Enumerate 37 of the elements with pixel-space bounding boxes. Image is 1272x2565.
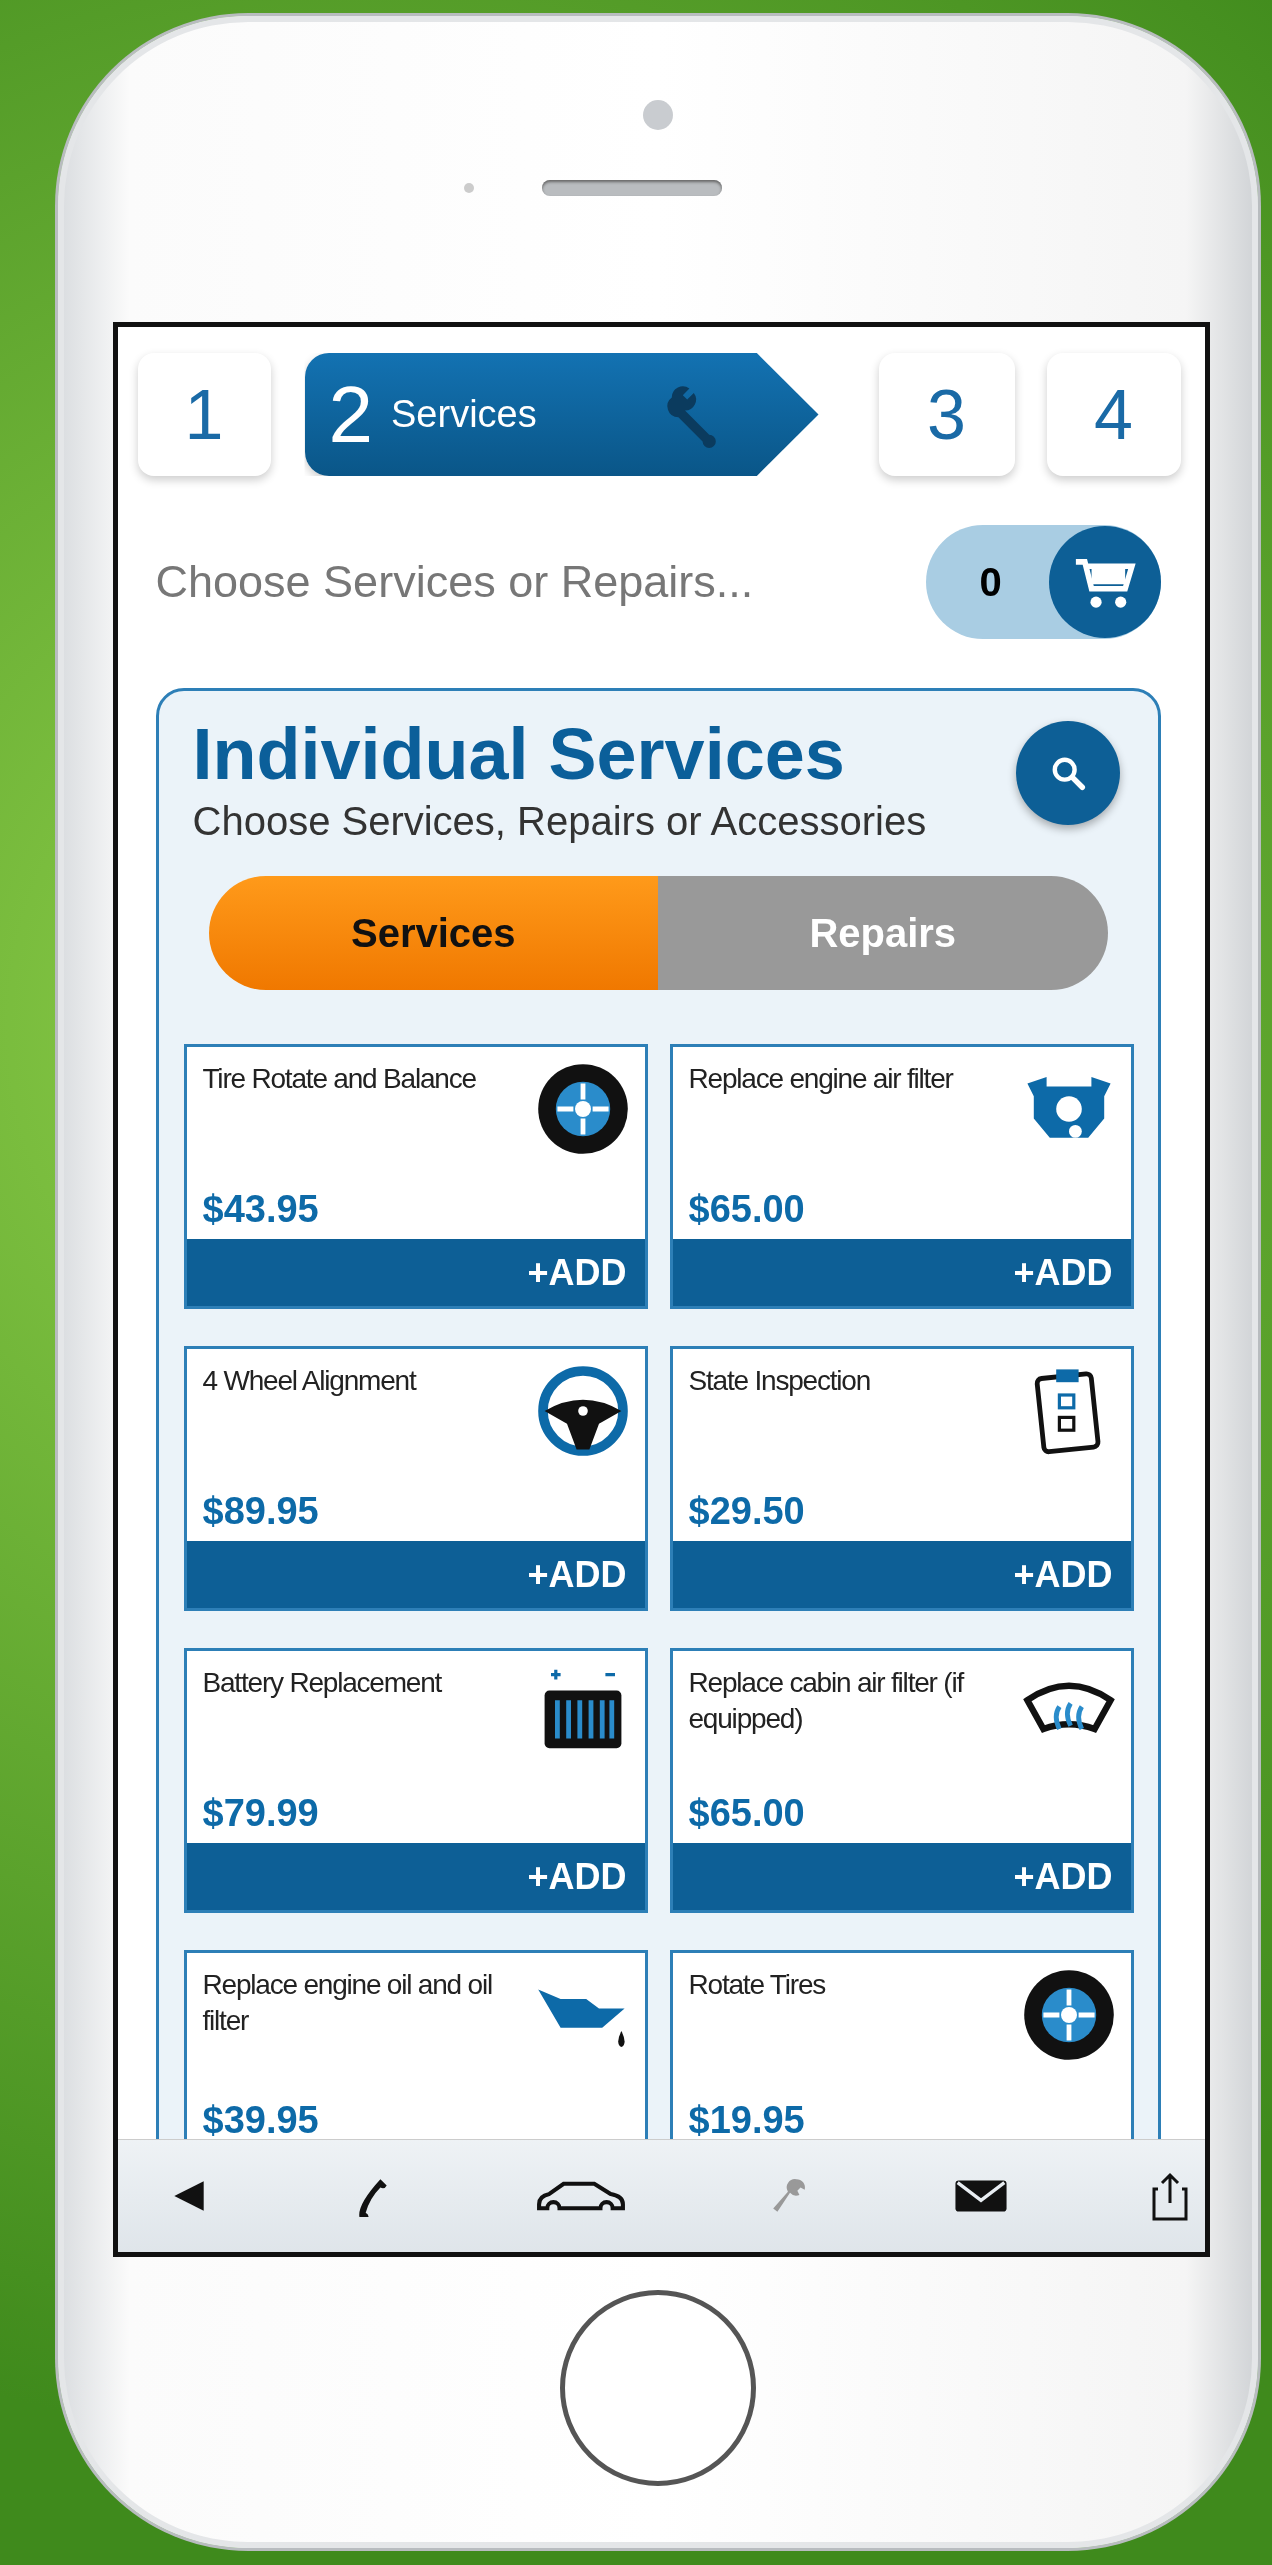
step-tab[interactable]: 2 Services <box>304 353 819 476</box>
share-button[interactable] <box>1150 2170 1191 2222</box>
panel-title: Individual Services <box>192 713 846 795</box>
service-name: 4 Wheel Alignment <box>202 1364 416 1398</box>
service-price: $65.00 <box>687 1186 806 1232</box>
service-price: $29.50 <box>687 1488 806 1534</box>
service-name: Battery Replacement <box>202 1666 442 1700</box>
sensor-dot <box>464 183 474 193</box>
service-name: State Inspection <box>688 1364 871 1398</box>
service-name: Replace engine air filter <box>688 1062 953 1096</box>
prompt-text: Choose Services or Repairs... <box>155 556 754 608</box>
add-button[interactable]: +ADD <box>672 1541 1131 1608</box>
service-price: $79.99 <box>201 1790 320 1836</box>
add-button[interactable]: +ADD <box>186 1843 645 1910</box>
cart-icon <box>1048 526 1161 638</box>
service-price: $43.95 <box>201 1186 320 1232</box>
step-tab[interactable]: 1 <box>137 353 271 476</box>
service-price: $19.95 <box>687 2098 806 2139</box>
service-price: $65.00 <box>687 1790 806 1836</box>
service-name: Replace engine oil and oil filter <box>202 1968 493 2039</box>
service-price: $89.95 <box>201 1488 320 1534</box>
service-name: Tire Rotate and Balance <box>202 1062 476 1096</box>
step-tab[interactable]: 4 <box>1046 353 1181 476</box>
camera-dot <box>643 100 673 130</box>
add-button[interactable]: +ADD <box>186 1541 645 1608</box>
service-price: $39.95 <box>201 2098 320 2139</box>
service-name: Rotate Tires <box>688 1968 826 2002</box>
segment-tab[interactable]: Services <box>208 876 658 990</box>
service-name: Replace cabin air filter (if equipped) <box>688 1666 965 1737</box>
cart-button[interactable]: 0 <box>925 525 1161 639</box>
add-button[interactable]: +ADD <box>186 1239 645 1306</box>
search-button[interactable] <box>1015 721 1120 825</box>
cart-count: 0 <box>979 559 1002 605</box>
add-button[interactable]: +ADD <box>672 1843 1131 1910</box>
panel-subtitle: Choose Services, Repairs or Accessories <box>192 799 927 844</box>
step-tab[interactable]: 3 <box>878 353 1015 476</box>
add-button[interactable]: +ADD <box>672 1239 1131 1306</box>
